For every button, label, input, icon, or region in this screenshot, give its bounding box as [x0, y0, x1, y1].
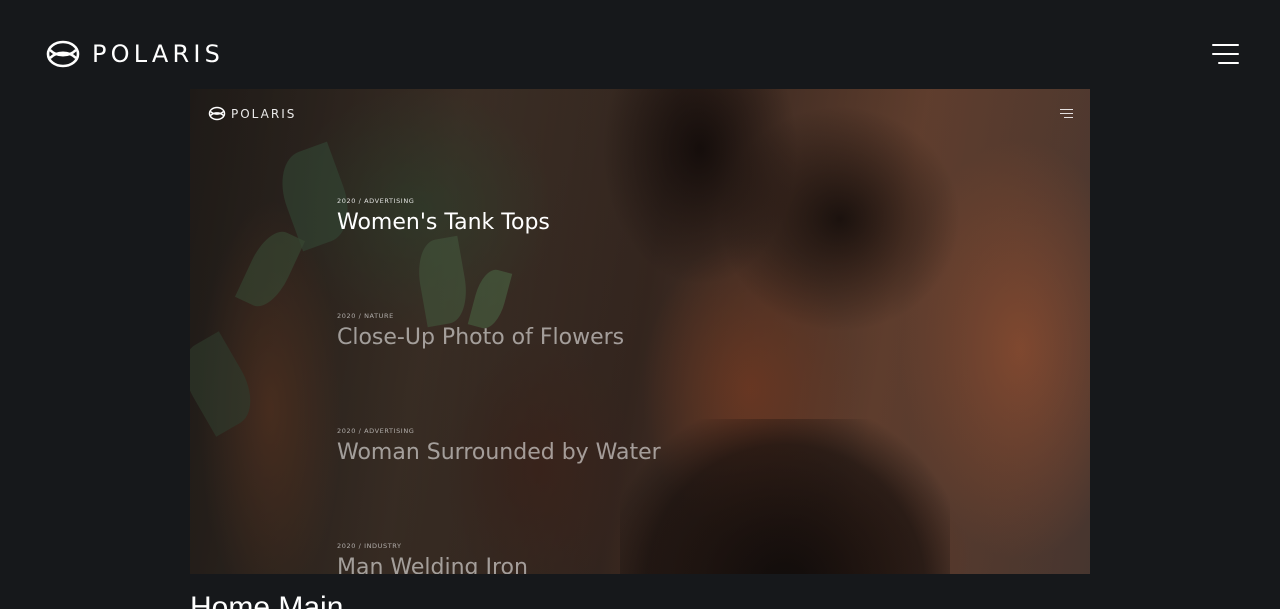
item-meta: 2020 / ADVERTISING — [337, 427, 415, 435]
item-title: Woman Surrounded by Water — [337, 440, 661, 465]
polaris-logo-icon — [46, 40, 80, 68]
brand-name: POLARIS — [92, 40, 225, 68]
brand-link[interactable]: POLARIS — [45, 39, 224, 69]
item-meta: 2020 / INDUSTRY — [337, 542, 402, 550]
item-title: Man Welding Iron — [337, 555, 528, 574]
site-header: POLARIS — [0, 0, 1280, 89]
item-meta: 2020 / NATURE — [337, 312, 394, 320]
polaris-logo-icon — [208, 106, 226, 121]
hamburger-menu-icon — [1060, 109, 1073, 119]
item-title: Women's Tank Tops — [337, 210, 550, 235]
item-meta: 2020 / ADVERTISING — [337, 197, 415, 205]
preview-portfolio-item: 2020 / INDUSTRY Man Welding Iron — [337, 542, 528, 574]
preview-brand-name: POLARIS — [231, 106, 297, 121]
demo-caption[interactable]: Home Main — [190, 590, 343, 609]
preview-portfolio-item: 2020 / ADVERTISING Woman Surrounded by W… — [337, 427, 661, 466]
preview-portfolio-item: 2020 / ADVERTISING Women's Tank Tops — [337, 197, 550, 236]
preview-brand: POLARIS — [208, 106, 296, 121]
demo-preview-card[interactable]: POLARIS 2020 / ADVERTISING Women's Tank … — [190, 89, 1090, 574]
preview-portfolio-item: 2020 / NATURE Close-Up Photo of Flowers — [337, 312, 624, 351]
hamburger-menu-icon[interactable] — [1212, 44, 1239, 64]
page: POLARIS POLARIS 2020 / ADVERTISING Women… — [0, 0, 1280, 609]
item-title: Close-Up Photo of Flowers — [337, 325, 625, 350]
